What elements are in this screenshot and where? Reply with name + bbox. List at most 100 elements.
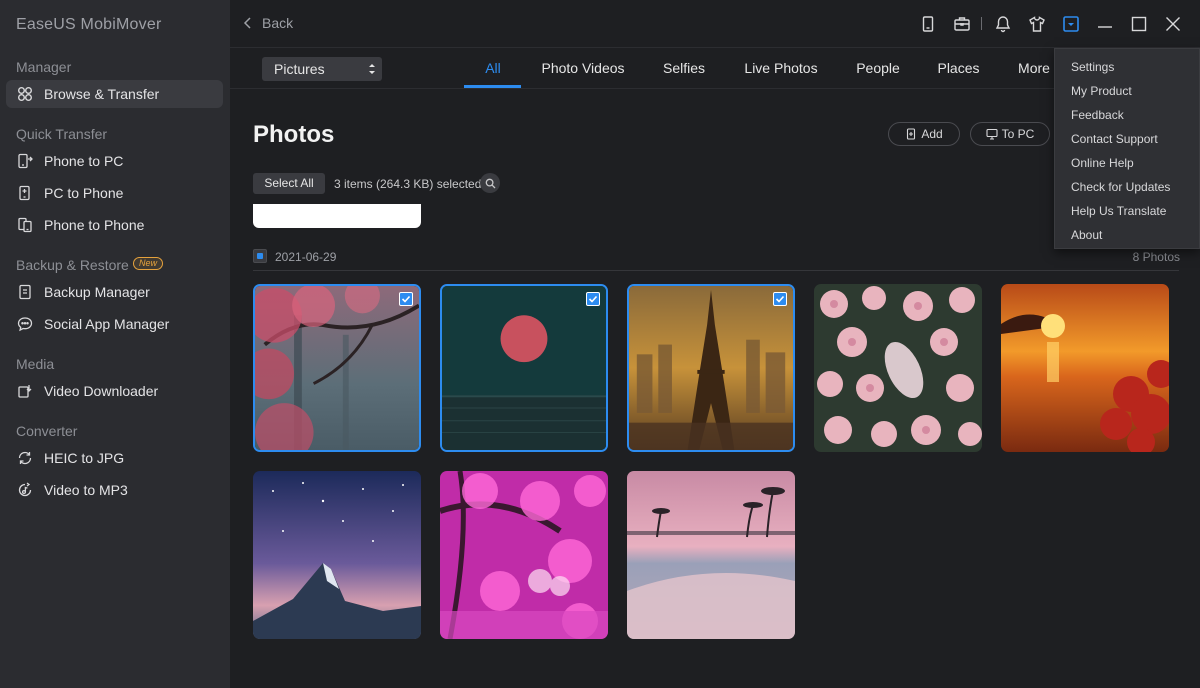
sidebar-item-label: Social App Manager xyxy=(44,316,170,332)
photo-thumb-2[interactable] xyxy=(440,284,608,452)
photo-checkbox[interactable] xyxy=(399,292,413,306)
close-icon[interactable] xyxy=(1162,13,1184,35)
pink-flowers-image xyxy=(814,284,982,452)
add-label: Add xyxy=(921,127,943,141)
tab-places[interactable]: Places xyxy=(931,48,986,88)
sidebar-item-heic-to-jpg[interactable]: HEIC to JPG xyxy=(6,444,223,472)
sidebar-item-backup-manager[interactable]: Backup Manager xyxy=(6,278,223,306)
sidebar-item-label: Backup Manager xyxy=(44,284,150,300)
section-title-manager: Manager xyxy=(16,59,72,75)
sidebar-item-label: PC to Phone xyxy=(44,185,124,201)
menu-item-feedback[interactable]: Feedback xyxy=(1071,108,1124,122)
menu-item-help-translate[interactable]: Help Us Translate xyxy=(1071,204,1166,218)
bell-icon[interactable] xyxy=(992,13,1014,35)
grid-icon xyxy=(16,85,34,103)
starry-mountain-image xyxy=(253,471,421,639)
menu-item-online-help[interactable]: Online Help xyxy=(1071,156,1134,170)
sunset-lake-image xyxy=(1001,284,1169,452)
updown-arrow-icon xyxy=(369,64,375,74)
category-select[interactable]: Pictures xyxy=(262,57,382,81)
menu-dropdown-icon[interactable] xyxy=(1060,13,1082,35)
tab-all[interactable]: All xyxy=(478,48,508,88)
minimize-icon[interactable] xyxy=(1094,13,1116,35)
page-title: Photos xyxy=(253,121,335,148)
tshirt-icon[interactable] xyxy=(1026,13,1048,35)
active-tab-indicator xyxy=(464,85,521,88)
sidebar-item-label: HEIC to JPG xyxy=(44,450,125,466)
section-title-converter: Converter xyxy=(16,423,78,439)
sidebar-item-label: Video Downloader xyxy=(44,383,159,399)
photo-thumb-8[interactable] xyxy=(627,471,795,639)
add-file-icon xyxy=(907,128,916,140)
menu-item-about[interactable]: About xyxy=(1071,228,1102,242)
check-icon xyxy=(588,295,598,303)
menu-item-contact-support[interactable]: Contact Support xyxy=(1071,132,1158,146)
photo-thumb-1[interactable] xyxy=(253,284,421,452)
pink-beach-image xyxy=(627,471,795,639)
maximize-icon[interactable] xyxy=(1128,13,1150,35)
photo-thumb-4[interactable] xyxy=(814,284,982,452)
search-icon xyxy=(485,178,495,188)
photo-thumb-7[interactable] xyxy=(440,471,608,639)
sidebar-item-video-downloader[interactable]: Video Downloader xyxy=(6,377,223,405)
back-button[interactable]: Back xyxy=(242,15,293,31)
category-select-value: Pictures xyxy=(274,61,325,77)
convert-icon xyxy=(16,449,34,467)
phone-to-pc-icon xyxy=(16,152,34,170)
sidebar-item-label: Browse & Transfer xyxy=(44,86,160,102)
phone-to-phone-icon xyxy=(16,216,34,234)
photo-count: 8 Photos xyxy=(1132,250,1180,264)
tab-more[interactable]: More xyxy=(1013,48,1055,88)
date-group-label: 2021-06-29 xyxy=(275,250,337,264)
search-button[interactable] xyxy=(480,173,500,193)
sidebar-item-pc-to-phone[interactable]: PC to Phone xyxy=(6,179,223,207)
toolbox-icon[interactable] xyxy=(951,13,973,35)
menu-item-my-product[interactable]: My Product xyxy=(1071,84,1132,98)
sidebar-item-video-to-mp3[interactable]: Video to MP3 xyxy=(6,476,223,504)
monitor-icon xyxy=(986,128,998,140)
backup-icon xyxy=(16,283,34,301)
download-icon xyxy=(16,382,34,400)
eiffel-tower-image xyxy=(629,286,793,450)
sidebar-item-social-app-manager[interactable]: Social App Manager xyxy=(6,310,223,338)
sidebar-item-label: Phone to Phone xyxy=(44,217,145,233)
add-button[interactable]: Add xyxy=(888,122,960,146)
pc-to-phone-icon xyxy=(16,184,34,202)
to-pc-label: To PC xyxy=(1001,127,1035,141)
selection-info: 3 items (264.3 KB) selected xyxy=(334,177,482,191)
tab-people[interactable]: People xyxy=(852,48,904,88)
device-icon[interactable] xyxy=(917,13,939,35)
menu-item-check-updates[interactable]: Check for Updates xyxy=(1071,180,1170,194)
app-title: EaseUS MobiMover xyxy=(16,16,162,33)
section-title-quick-transfer: Quick Transfer xyxy=(16,126,108,142)
tab-selfies[interactable]: Selfies xyxy=(658,48,710,88)
section-title-media: Media xyxy=(16,356,55,372)
settings-dropdown-menu: Settings My Product Feedback Contact Sup… xyxy=(1054,48,1200,249)
photo-thumb-6[interactable] xyxy=(253,471,421,639)
section-title-backup-restore: Backup & Restore xyxy=(16,257,129,273)
photo-checkbox[interactable] xyxy=(773,292,787,306)
date-group-checkbox[interactable] xyxy=(253,249,267,263)
sidebar: EaseUS MobiMover Manager Browse & Transf… xyxy=(0,0,230,688)
menu-item-settings[interactable]: Settings xyxy=(1071,60,1114,74)
check-icon xyxy=(401,295,411,303)
photo-thumb-3[interactable] xyxy=(627,284,795,452)
pink-tree-forest-image xyxy=(255,286,419,450)
sidebar-item-browse-transfer[interactable]: Browse & Transfer xyxy=(6,80,223,108)
partial-photo-row xyxy=(253,204,421,228)
photo-thumb-5[interactable] xyxy=(1001,284,1169,452)
sidebar-item-phone-to-pc[interactable]: Phone to PC xyxy=(6,147,223,175)
photo-checkbox[interactable] xyxy=(586,292,600,306)
select-all-button[interactable]: Select All xyxy=(253,173,325,194)
sidebar-item-label: Phone to PC xyxy=(44,153,124,169)
new-badge: New xyxy=(133,257,164,270)
chat-icon xyxy=(16,315,34,333)
sidebar-item-label: Video to MP3 xyxy=(44,482,128,498)
tab-live-photos[interactable]: Live Photos xyxy=(737,48,825,88)
to-pc-button[interactable]: To PC xyxy=(970,122,1050,146)
top-bar: Back xyxy=(230,0,1200,48)
back-label: Back xyxy=(262,15,294,31)
chevron-left-icon xyxy=(243,17,251,29)
tab-photo-videos[interactable]: Photo Videos xyxy=(535,48,631,88)
sidebar-item-phone-to-phone[interactable]: Phone to Phone xyxy=(6,211,223,239)
